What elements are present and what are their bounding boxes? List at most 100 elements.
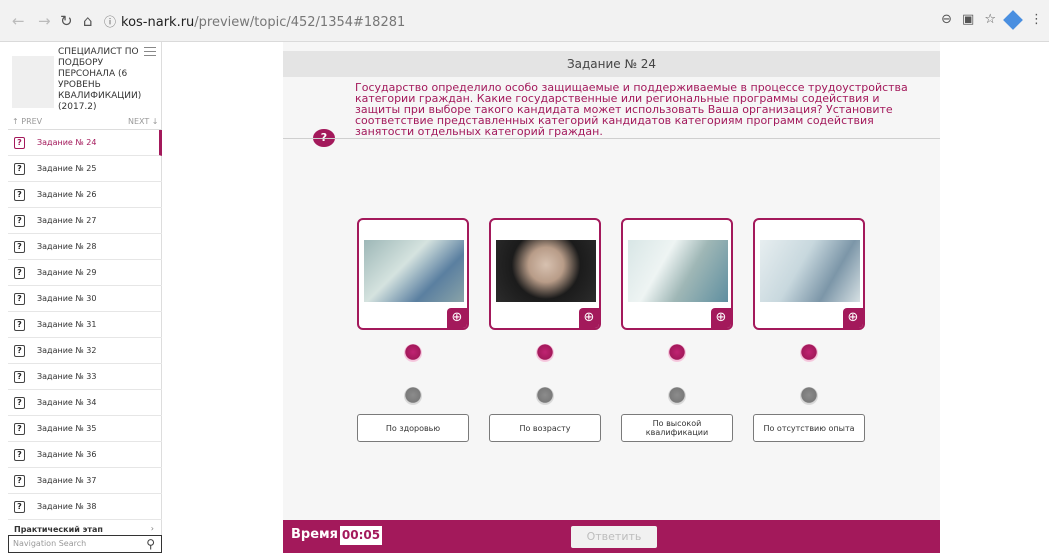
- question-mark-icon: ?: [14, 474, 25, 487]
- menu-dots-icon[interactable]: ⋮: [1030, 12, 1043, 27]
- candidate-card-3[interactable]: ⊕: [621, 218, 733, 330]
- time-label: Время: [291, 527, 339, 542]
- sidebar-section-practical[interactable]: Практический этап ›: [14, 524, 162, 534]
- browser-toolbar: ← → ↻ ⌂ ⓘ kos-nark.ru/preview/topic/452/1…: [0, 0, 1049, 42]
- task-panel: Задание № 24 ? Государство определило ос…: [283, 42, 940, 553]
- question-mark-icon: ?: [14, 266, 25, 279]
- sidebar-item-label: Задание № 27: [37, 216, 97, 225]
- sidebar-header: СПЕЦИАЛИСТ ПО ПОДБОРУ ПЕРСОНАЛА (6 УРОВЕ…: [8, 42, 162, 130]
- sidebar-item-label: Задание № 32: [37, 346, 97, 355]
- sidebar-item-task-28[interactable]: ? Задание № 28: [8, 234, 162, 260]
- sidebar-item-task-33[interactable]: ? Задание № 33: [8, 364, 162, 390]
- zoom-in-icon[interactable]: ⊕: [843, 308, 863, 328]
- navigation-search-input[interactable]: Navigation Search ⚲: [8, 535, 162, 553]
- forward-icon[interactable]: →: [38, 12, 51, 30]
- answer-option-2[interactable]: По возрасту: [489, 414, 601, 442]
- sidebar-item-label: Задание № 25: [37, 164, 97, 173]
- reload-icon[interactable]: ↻: [60, 12, 73, 30]
- candidate-card-2[interactable]: ⊕: [489, 218, 601, 330]
- home-icon[interactable]: ⌂: [83, 12, 93, 30]
- sidebar-item-label: Задание № 34: [37, 398, 97, 407]
- card-connector-4[interactable]: [800, 344, 818, 362]
- next-button[interactable]: NEXT ↓: [128, 117, 159, 126]
- url-host: kos-nark.ru: [121, 15, 195, 30]
- answer-connector-1[interactable]: [404, 387, 422, 405]
- question-mark-icon: ?: [14, 188, 25, 201]
- sidebar-item-task-31[interactable]: ? Задание № 31: [8, 312, 162, 338]
- candidate-card-1[interactable]: ⊕: [357, 218, 469, 330]
- candidate-photo-3: [628, 240, 728, 302]
- sidebar-item-label: Задание № 33: [37, 372, 97, 381]
- sidebar-item-task-24[interactable]: ? Задание № 24: [8, 130, 162, 156]
- question-mark-icon: ?: [14, 214, 25, 227]
- star-icon[interactable]: ☆: [984, 12, 996, 27]
- question-text: Государство определило особо защищаемые …: [355, 81, 908, 138]
- sidebar-item-label: Задание № 24: [37, 138, 97, 147]
- timer: 00:05: [340, 526, 382, 545]
- sidebar-item-task-38[interactable]: ? Задание № 38: [8, 494, 162, 520]
- course-thumbnail: [12, 56, 54, 108]
- question-mark-icon: ?: [14, 500, 25, 513]
- info-icon[interactable]: ⓘ: [104, 15, 116, 29]
- sidebar-item-label: Задание № 31: [37, 320, 97, 329]
- sidebar-item-task-37[interactable]: ? Задание № 37: [8, 468, 162, 494]
- search-placeholder: Navigation Search: [13, 539, 87, 548]
- question-mark-icon: ?: [14, 422, 25, 435]
- url-path: /preview/topic/452/1354#18281: [194, 15, 406, 30]
- question-mark-icon: ?: [14, 396, 25, 409]
- card-connector-2[interactable]: [536, 344, 554, 362]
- task-footer: Время 00:05 Ответить: [283, 520, 940, 553]
- extension-icon[interactable]: [1003, 10, 1023, 30]
- course-title: СПЕЦИАЛИСТ ПО ПОДБОРУ ПЕРСОНАЛА (6 УРОВЕ…: [58, 47, 142, 112]
- sidebar-item-label: Задание № 38: [37, 502, 97, 511]
- sidebar-item-label: Задание № 36: [37, 450, 97, 459]
- back-icon[interactable]: ←: [12, 12, 25, 30]
- sidebar-item-task-30[interactable]: ? Задание № 30: [8, 286, 162, 312]
- search-icon[interactable]: ⚲: [146, 536, 155, 552]
- question-mark-icon: ?: [14, 136, 25, 149]
- candidate-photo-4: [760, 240, 860, 302]
- question-mark-icon: ?: [14, 448, 25, 461]
- sidebar-item-task-32[interactable]: ? Задание № 32: [8, 338, 162, 364]
- sidebar-item-label: Задание № 35: [37, 424, 97, 433]
- zoom-in-icon[interactable]: ⊕: [579, 308, 599, 328]
- sidebar-item-task-25[interactable]: ? Задание № 25: [8, 156, 162, 182]
- sidebar-item-label: Задание № 30: [37, 294, 97, 303]
- zoom-in-icon[interactable]: ⊕: [711, 308, 731, 328]
- task-title: Задание № 24: [283, 51, 940, 77]
- sidebar-item-task-26[interactable]: ? Задание № 26: [8, 182, 162, 208]
- zoom-in-icon[interactable]: ⊕: [447, 308, 467, 328]
- sidebar-item-task-36[interactable]: ? Задание № 36: [8, 442, 162, 468]
- answer-connector-4[interactable]: [800, 387, 818, 405]
- card-connector-3[interactable]: [668, 344, 686, 362]
- question-mark-icon: ?: [14, 318, 25, 331]
- answer-connector-2[interactable]: [536, 387, 554, 405]
- answer-option-4[interactable]: По отсутствию опыта: [753, 414, 865, 442]
- sidebar: СПЕЦИАЛИСТ ПО ПОДБОРУ ПЕРСОНАЛА (6 УРОВЕ…: [8, 42, 162, 553]
- submit-answer-button[interactable]: Ответить: [571, 526, 657, 548]
- sidebar-item-label: Задание № 37: [37, 476, 97, 485]
- sidebar-item-task-34[interactable]: ? Задание № 34: [8, 390, 162, 416]
- answer-option-1[interactable]: По здоровью: [357, 414, 469, 442]
- sidebar-item-task-35[interactable]: ? Задание № 35: [8, 416, 162, 442]
- candidate-photo-1: [364, 240, 464, 302]
- candidate-photo-2: [496, 240, 596, 302]
- chevron-right-icon: ›: [150, 524, 154, 533]
- zoom-icon[interactable]: ⊖: [941, 12, 952, 27]
- card-connector-1[interactable]: [404, 344, 422, 362]
- translate-icon[interactable]: ▣: [962, 12, 974, 27]
- sidebar-item-label: Задание № 29: [37, 268, 97, 277]
- question-mark-icon: ?: [14, 162, 25, 175]
- sidebar-task-list: ? Задание № 24 ? Задание № 25 ? Задание № 2…: [8, 130, 162, 520]
- address-bar[interactable]: ⓘ kos-nark.ru/preview/topic/452/1354#1828…: [104, 10, 904, 34]
- sidebar-item-task-27[interactable]: ? Задание № 27: [8, 208, 162, 234]
- prev-button[interactable]: ↑ PREV: [12, 117, 42, 126]
- sidebar-item-label: Задание № 28: [37, 242, 97, 251]
- question-mark-icon: ?: [14, 240, 25, 253]
- answer-connector-3[interactable]: [668, 387, 686, 405]
- hamburger-menu-icon[interactable]: [144, 44, 156, 59]
- divider: [283, 138, 940, 139]
- answer-option-3[interactable]: По высокой квалификации: [621, 414, 733, 442]
- sidebar-item-task-29[interactable]: ? Задание № 29: [8, 260, 162, 286]
- candidate-card-4[interactable]: ⊕: [753, 218, 865, 330]
